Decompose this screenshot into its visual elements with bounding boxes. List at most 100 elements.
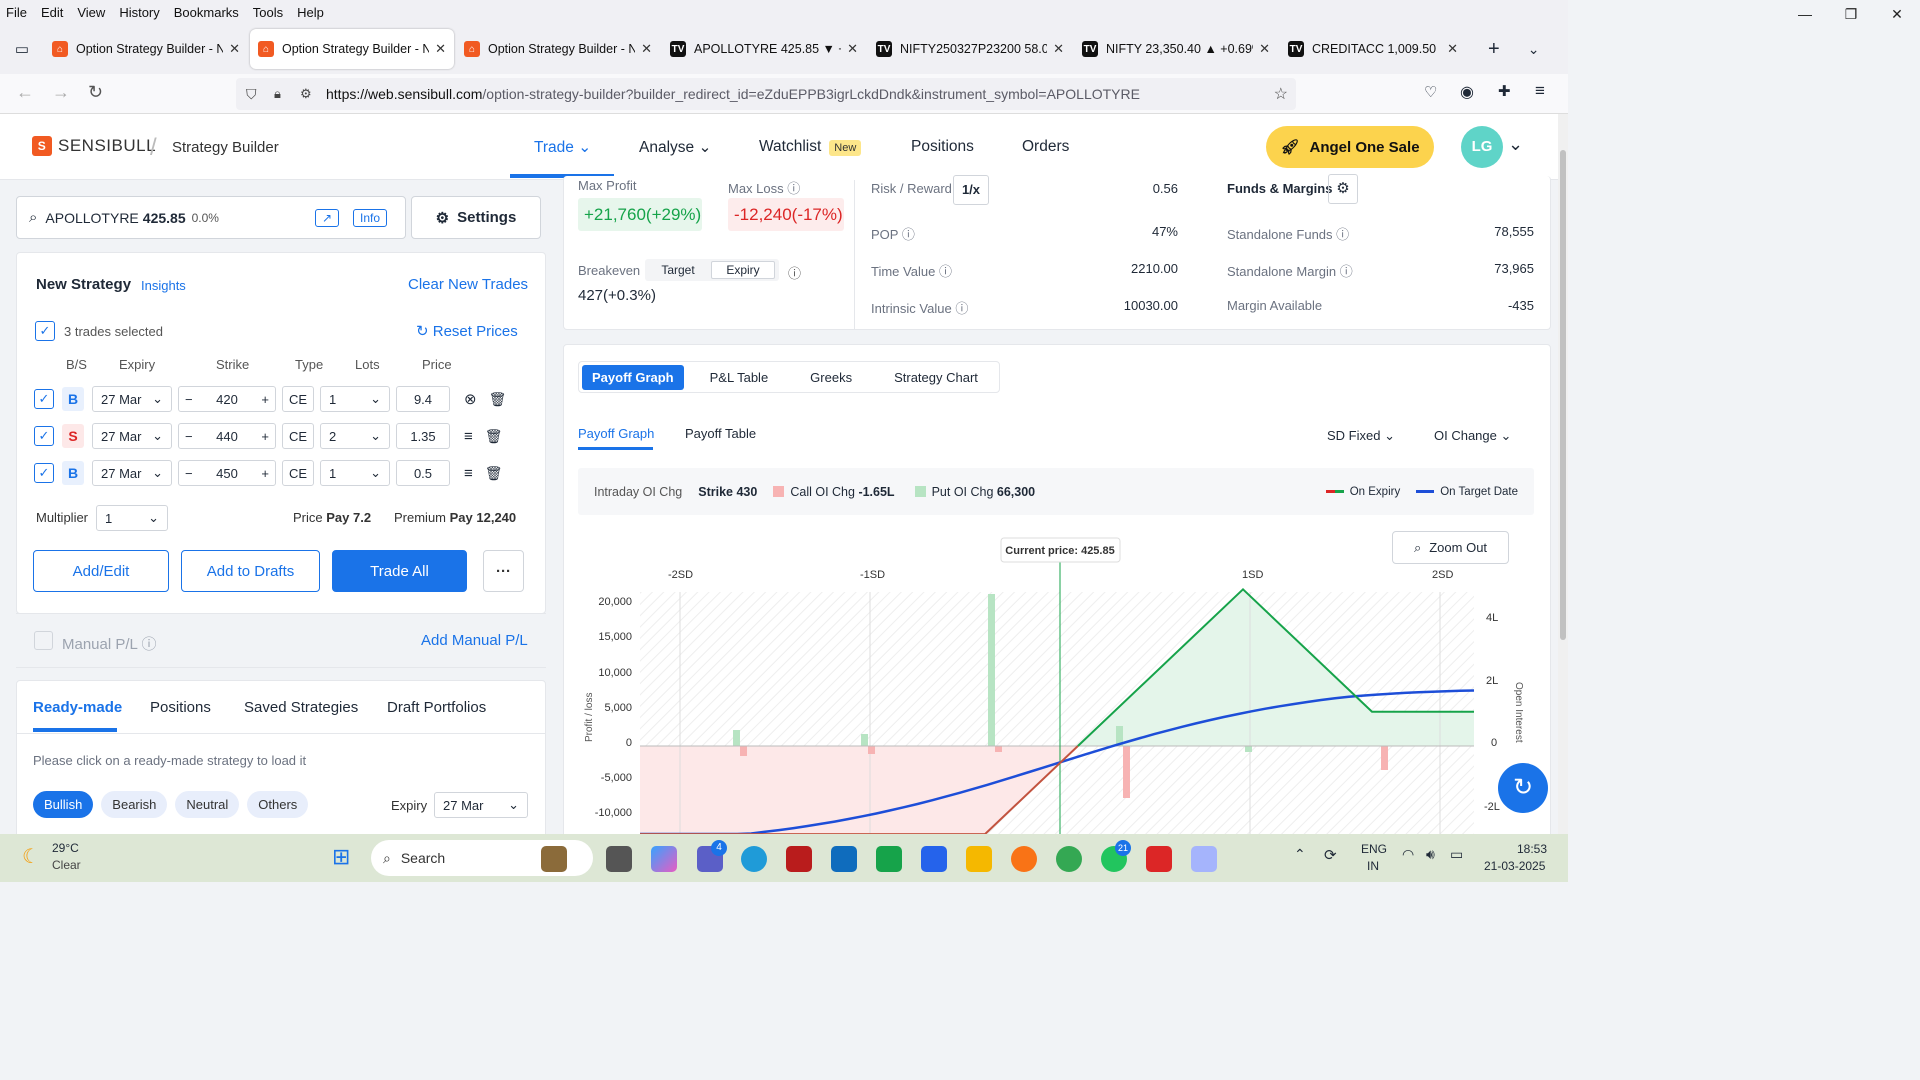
help-icon[interactable]: ⓘ: [1340, 264, 1353, 279]
trade-all-button[interactable]: Trade All: [332, 550, 467, 592]
sd-select[interactable]: SD Fixed ⌄: [1327, 428, 1395, 444]
menu-help[interactable]: Help: [297, 5, 324, 20]
lots-select[interactable]: 1 ⌄: [320, 460, 390, 486]
close-icon[interactable]: ✕: [847, 41, 858, 57]
close-icon[interactable]: ✕: [1259, 41, 1270, 57]
buy-sell-toggle[interactable]: S: [62, 424, 84, 448]
filter-bullish[interactable]: Bullish: [33, 791, 94, 818]
target-icon[interactable]: ⊗: [464, 390, 477, 408]
forward-icon[interactable]: →: [52, 82, 70, 103]
help-icon[interactable]: ⓘ: [902, 227, 915, 242]
subtab-payoff-graph[interactable]: Payoff Graph: [578, 426, 654, 441]
close-icon[interactable]: ✕: [1447, 41, 1458, 57]
back-icon[interactable]: ←: [16, 82, 34, 103]
breakeven-expiry-option[interactable]: Expiry: [711, 261, 775, 279]
nav-analyse[interactable]: Analyse ⌄: [639, 138, 711, 157]
manual-pl-checkbox[interactable]: [34, 631, 53, 650]
close-icon[interactable]: ✕: [641, 41, 652, 57]
select-all-checkbox[interactable]: ✓: [35, 321, 55, 341]
trade-checkbox[interactable]: ✓: [34, 426, 54, 446]
payoff-chart[interactable]: -2SD -1SD 1SD 2SD 20,000 15,000 10,000 5…: [578, 530, 1534, 834]
browser-tab[interactable]: TVCREDITACC 1,009.50 ▲ +3.✕: [1280, 29, 1466, 69]
scrollbar-thumb[interactable]: [1560, 150, 1566, 640]
browser-tab[interactable]: ⌂ Option Strategy Builder - N ✕: [456, 29, 660, 69]
menu-file[interactable]: File: [6, 5, 27, 20]
tab-pl-table[interactable]: P&L Table: [710, 370, 769, 385]
help-icon[interactable]: ⓘ: [1336, 227, 1349, 242]
filter-bearish[interactable]: Bearish: [101, 791, 168, 818]
delete-icon[interactable]: 🗑︎: [485, 428, 503, 445]
close-icon[interactable]: ✕: [1874, 0, 1920, 28]
help-icon[interactable]: ⓘ: [788, 263, 801, 282]
expiry-select[interactable]: 27 Mar ⌄: [92, 386, 172, 412]
add-edit-button[interactable]: Add/Edit: [33, 550, 169, 592]
nav-orders[interactable]: Orders: [1022, 138, 1069, 156]
expiry-select[interactable]: 27 Mar ⌄: [92, 423, 172, 449]
filter-others[interactable]: Others: [247, 791, 309, 818]
folder-icon[interactable]: [966, 846, 992, 872]
option-type[interactable]: CE: [282, 386, 314, 412]
tab-overview-icon[interactable]: ▭: [0, 40, 44, 58]
instrument-search[interactable]: ⌕ APOLLOTYRE 425.85 0.0% ↗ Info: [16, 196, 406, 239]
plus-icon[interactable]: +: [261, 392, 269, 407]
strike-stepper[interactable]: −450 +: [178, 460, 276, 486]
close-icon[interactable]: ✕: [229, 41, 240, 57]
help-icon[interactable]: ⓘ: [787, 181, 800, 196]
sync-icon[interactable]: ⟳: [1324, 846, 1337, 864]
widget-icon[interactable]: [541, 846, 567, 872]
tab-strategy-chart[interactable]: Strategy Chart: [894, 370, 978, 385]
menu-view[interactable]: View: [77, 5, 105, 20]
tab-positions[interactable]: Positions: [150, 699, 211, 716]
extensions-icon[interactable]: ✚: [1498, 82, 1511, 100]
help-icon[interactable]: ⓘ: [955, 301, 968, 316]
xbox-icon[interactable]: [876, 846, 902, 872]
wifi-icon[interactable]: ◠: [1402, 846, 1414, 863]
minimize-icon[interactable]: —: [1782, 0, 1828, 28]
tab-saved-strategies[interactable]: Saved Strategies: [244, 699, 358, 716]
price-input[interactable]: 1.35: [396, 423, 450, 449]
acrobat-icon[interactable]: [1146, 846, 1172, 872]
url-field[interactable]: ⛉ 🔒︎ ⚙ https://web.sensibull.com/option-…: [236, 78, 1296, 110]
chevron-up-icon[interactable]: ⌃: [1294, 846, 1306, 863]
menu-bookmarks[interactable]: Bookmarks: [174, 5, 239, 20]
strike-stepper[interactable]: −420 +: [178, 386, 276, 412]
chart-icon[interactable]: ↗: [315, 208, 340, 227]
help-icon[interactable]: ⓘ: [939, 264, 952, 279]
browser-tab[interactable]: TV NIFTY 23,350.40 ▲ +0.69% ✕: [1074, 29, 1278, 69]
snipping-tool-icon[interactable]: [1191, 846, 1217, 872]
tab-readymade[interactable]: Ready-made: [33, 699, 122, 716]
strike-stepper[interactable]: −440 +: [178, 423, 276, 449]
language[interactable]: ENG: [1361, 842, 1387, 856]
tab-greeks[interactable]: Greeks: [810, 370, 852, 385]
volume-icon[interactable]: 🔊︎: [1426, 846, 1435, 863]
page-scrollbar[interactable]: [1558, 114, 1568, 834]
promo-button[interactable]: 🚀︎ Angel One Sale: [1266, 126, 1434, 168]
app-icon[interactable]: [786, 846, 812, 872]
chrome-icon[interactable]: [1056, 846, 1082, 872]
nav-trade[interactable]: Trade ⌄: [534, 138, 591, 157]
pocket-icon[interactable]: ♡: [1424, 83, 1437, 101]
buy-sell-toggle[interactable]: B: [62, 461, 84, 485]
expiry-select[interactable]: 27 Mar ⌄: [92, 460, 172, 486]
plus-icon[interactable]: +: [261, 429, 269, 444]
menu-icon[interactable]: ≡: [1535, 81, 1545, 101]
maximize-icon[interactable]: ❐: [1828, 0, 1874, 28]
help-icon[interactable]: ⓘ: [142, 636, 157, 653]
browser-tab-active[interactable]: ⌂ Option Strategy Builder - N ✕: [250, 29, 454, 69]
minus-icon[interactable]: −: [185, 429, 193, 444]
battery-icon[interactable]: ▭: [1450, 846, 1463, 863]
lots-select[interactable]: 2 ⌄: [320, 423, 390, 449]
oi-select[interactable]: OI Change ⌄: [1434, 428, 1511, 444]
option-type[interactable]: CE: [282, 423, 314, 449]
avatar[interactable]: LG: [1461, 126, 1503, 168]
chevron-down-icon[interactable]: ⌄: [1508, 134, 1523, 155]
minus-icon[interactable]: −: [185, 392, 193, 407]
close-icon[interactable]: ✕: [435, 41, 446, 57]
nav-positions[interactable]: Positions: [911, 138, 974, 156]
buy-sell-toggle[interactable]: B: [62, 387, 84, 411]
add-manual-pl-link[interactable]: Add Manual P/L: [421, 632, 528, 649]
filter-neutral[interactable]: Neutral: [175, 791, 240, 818]
menu-edit[interactable]: Edit: [41, 5, 63, 20]
bookmark-star-icon[interactable]: ☆: [1274, 84, 1288, 104]
nav-watchlist[interactable]: Watchlist New: [759, 138, 862, 156]
